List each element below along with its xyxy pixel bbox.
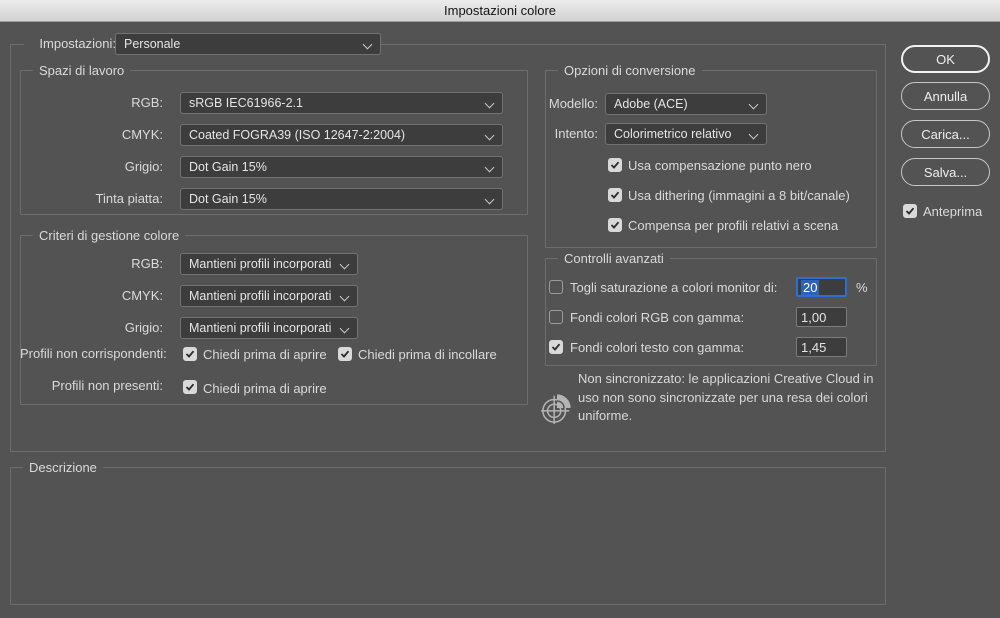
rgb-gamma-input[interactable]: 1,00 bbox=[796, 307, 847, 327]
scene-profiles-label: Compensa per profili relativi a scena bbox=[628, 218, 838, 233]
mismatch-ask-open-label: Chiedi prima di aprire bbox=[203, 347, 327, 362]
chevron-down-icon bbox=[485, 163, 495, 173]
profile-mismatch-label: Profili non corrispondenti: bbox=[20, 346, 163, 361]
percent-suffix: % bbox=[856, 280, 868, 295]
cm-rgb-label: RGB: bbox=[30, 253, 163, 275]
title-bar[interactable]: Impostazioni colore bbox=[0, 0, 1000, 22]
chevron-down-icon bbox=[485, 131, 495, 141]
text-gamma-value: 1,45 bbox=[801, 340, 826, 355]
gray-policy-value: Mantieni profili incorporati bbox=[189, 321, 331, 335]
working-spaces-title: Spazi di lavoro bbox=[33, 62, 130, 79]
gray-workspace-value: Dot Gain 15% bbox=[189, 160, 267, 174]
check-icon bbox=[551, 342, 561, 352]
ws-cmyk-label: CMYK: bbox=[30, 124, 163, 146]
sync-status-text: Non sincronizzato: le applicazioni Creat… bbox=[578, 370, 880, 426]
color-settings-dialog: Impostazioni colore Impostazioni: Person… bbox=[0, 0, 1000, 618]
chevron-down-icon bbox=[340, 260, 350, 270]
load-button[interactable]: Carica... bbox=[901, 120, 990, 148]
check-icon bbox=[610, 160, 620, 170]
black-point-checkbox[interactable] bbox=[608, 158, 622, 172]
conversion-options-title: Opzioni di conversione bbox=[558, 62, 702, 79]
spot-workspace-select[interactable]: Dot Gain 15% bbox=[180, 188, 503, 210]
description-title: Descrizione bbox=[23, 459, 103, 476]
rgb-workspace-select[interactable]: sRGB IEC61966-2.1 bbox=[180, 92, 503, 114]
chevron-down-icon bbox=[340, 324, 350, 334]
missing-ask-open-checkbox[interactable] bbox=[183, 380, 197, 394]
cmyk-policy-value: Mantieni profili incorporati bbox=[189, 289, 331, 303]
settings-label: Impostazioni: bbox=[39, 33, 116, 55]
text-gamma-checkbox[interactable] bbox=[549, 340, 563, 354]
rgb-policy-select[interactable]: Mantieni profili incorporati bbox=[180, 253, 358, 275]
load-button-label: Carica... bbox=[921, 127, 969, 142]
black-point-label: Usa compensazione punto nero bbox=[628, 158, 812, 173]
save-button-label: Salva... bbox=[924, 165, 967, 180]
rgb-workspace-value: sRGB IEC61966-2.1 bbox=[189, 96, 303, 110]
desaturate-input[interactable]: 20 bbox=[796, 277, 847, 297]
text-gamma-label: Fondi colori testo con gamma: bbox=[570, 340, 744, 355]
ws-spot-label: Tinta piatta: bbox=[30, 188, 163, 210]
cancel-button[interactable]: Annulla bbox=[901, 82, 990, 110]
rgb-gamma-value: 1,00 bbox=[801, 310, 826, 325]
sync-status-icon bbox=[541, 392, 573, 424]
settings-select-value: Personale bbox=[124, 37, 180, 51]
chevron-down-icon bbox=[340, 292, 350, 302]
mismatch-ask-paste-checkbox[interactable] bbox=[338, 347, 352, 361]
preview-label: Anteprima bbox=[923, 204, 982, 219]
engine-select[interactable]: Adobe (ACE) bbox=[605, 93, 767, 115]
chevron-down-icon bbox=[363, 40, 373, 50]
ws-rgb-label: RGB: bbox=[30, 92, 163, 114]
mismatch-ask-open-checkbox[interactable] bbox=[183, 347, 197, 361]
check-icon bbox=[610, 220, 620, 230]
scene-profiles-checkbox[interactable] bbox=[608, 218, 622, 232]
text-gamma-input[interactable]: 1,45 bbox=[796, 337, 847, 357]
gray-policy-select[interactable]: Mantieni profili incorporati bbox=[180, 317, 358, 339]
cmyk-workspace-value: Coated FOGRA39 (ISO 12647-2:2004) bbox=[189, 128, 405, 142]
dithering-label: Usa dithering (immagini a 8 bit/canale) bbox=[628, 188, 850, 203]
advanced-controls-title: Controlli avanzati bbox=[558, 250, 670, 267]
preview-checkbox[interactable] bbox=[903, 204, 917, 218]
check-icon bbox=[185, 382, 195, 392]
dialog-title: Impostazioni colore bbox=[444, 3, 556, 18]
cmyk-workspace-select[interactable]: Coated FOGRA39 (ISO 12647-2:2004) bbox=[180, 124, 503, 146]
spot-workspace-value: Dot Gain 15% bbox=[189, 192, 267, 206]
color-management-title: Criteri di gestione colore bbox=[33, 227, 185, 244]
profile-missing-label: Profili non presenti: bbox=[20, 378, 163, 393]
engine-value: Adobe (ACE) bbox=[614, 97, 688, 111]
intent-select[interactable]: Colorimetrico relativo bbox=[605, 123, 767, 145]
check-icon bbox=[185, 349, 195, 359]
chevron-down-icon bbox=[485, 195, 495, 205]
desaturate-monitor-label: Togli saturazione a colori monitor di: bbox=[570, 280, 777, 295]
settings-select[interactable]: Personale bbox=[115, 33, 381, 55]
mismatch-ask-paste-label: Chiedi prima di incollare bbox=[358, 347, 497, 362]
ws-gray-label: Grigio: bbox=[30, 156, 163, 178]
rgb-gamma-checkbox[interactable] bbox=[549, 310, 563, 324]
cmyk-policy-select[interactable]: Mantieni profili incorporati bbox=[180, 285, 358, 307]
cm-gray-label: Grigio: bbox=[30, 317, 163, 339]
rgb-policy-value: Mantieni profili incorporati bbox=[189, 257, 331, 271]
chevron-down-icon bbox=[749, 130, 759, 140]
gray-workspace-select[interactable]: Dot Gain 15% bbox=[180, 156, 503, 178]
missing-ask-open-label: Chiedi prima di aprire bbox=[203, 381, 327, 396]
dithering-checkbox[interactable] bbox=[608, 188, 622, 202]
cancel-button-label: Annulla bbox=[924, 89, 967, 104]
check-icon bbox=[340, 349, 350, 359]
desaturate-monitor-checkbox[interactable] bbox=[549, 280, 563, 294]
chevron-down-icon bbox=[485, 99, 495, 109]
intent-value: Colorimetrico relativo bbox=[614, 127, 731, 141]
chevron-down-icon bbox=[749, 100, 759, 110]
rgb-gamma-label: Fondi colori RGB con gamma: bbox=[570, 310, 744, 325]
desaturate-value: 20 bbox=[801, 280, 819, 295]
save-button[interactable]: Salva... bbox=[901, 158, 990, 186]
description-group: Descrizione bbox=[10, 467, 886, 605]
engine-label: Modello: bbox=[538, 93, 598, 115]
cm-cmyk-label: CMYK: bbox=[30, 285, 163, 307]
ok-button-label: OK bbox=[936, 52, 955, 67]
check-icon bbox=[610, 190, 620, 200]
check-icon bbox=[905, 206, 915, 216]
intent-label: Intento: bbox=[538, 123, 598, 145]
ok-button[interactable]: OK bbox=[901, 45, 990, 73]
